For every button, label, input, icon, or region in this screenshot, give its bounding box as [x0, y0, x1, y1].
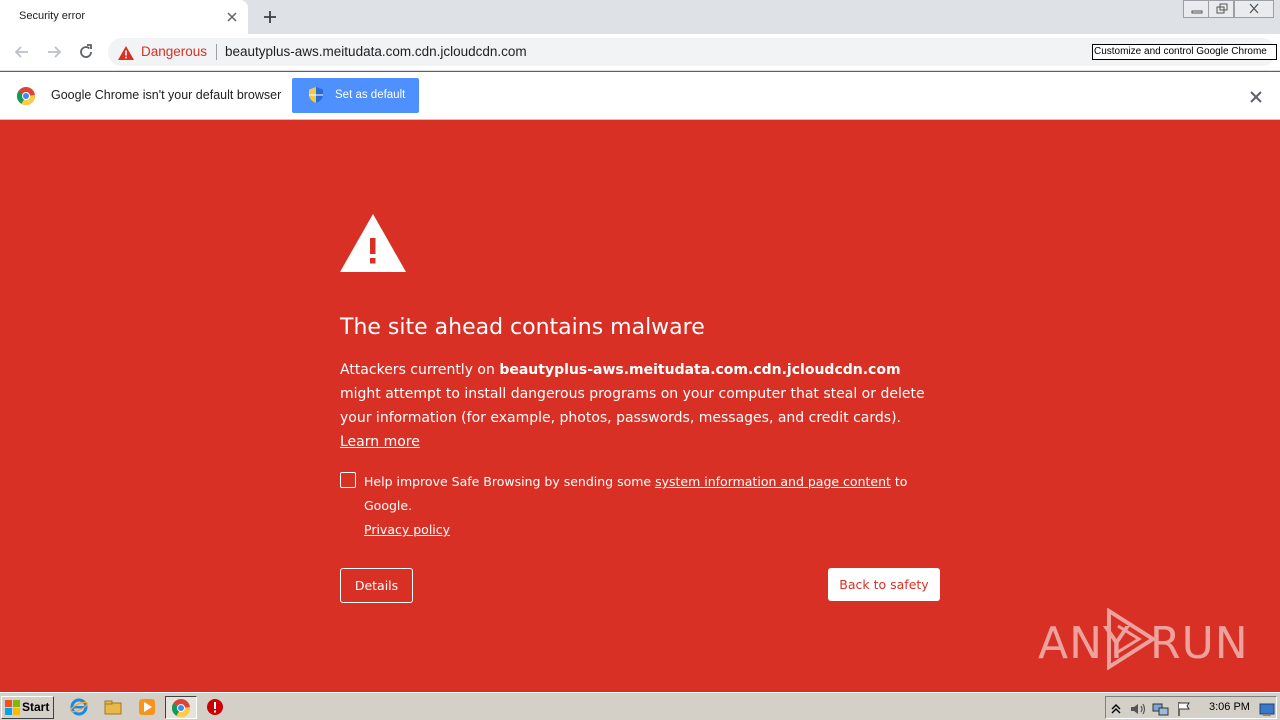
volume-icon[interactable] [1130, 701, 1148, 720]
infobar-message: Google Chrome isn't your default browser [51, 88, 282, 102]
file-explorer-icon[interactable] [104, 698, 122, 716]
uac-shield-icon [309, 87, 323, 107]
malware-interstitial: The site ahead contains malware Attacker… [0, 121, 1280, 692]
malware-host: beautyplus-aws.meitudata.com.cdn.jcloudc… [499, 362, 901, 378]
taskbar-clock[interactable]: 3:06 PM [1209, 701, 1250, 713]
malware-explanation: Attackers currently on beautyplus-aws.me… [340, 358, 930, 454]
chrome-logo-icon [16, 87, 35, 109]
infobar-close-icon[interactable] [1249, 89, 1263, 108]
page-title: The site ahead contains malware [340, 315, 705, 340]
safe-browsing-checkbox[interactable] [340, 472, 356, 488]
back-to-safety-button[interactable]: Back to safety [828, 568, 940, 601]
watermark-run: RUN [1150, 618, 1249, 669]
system-tray: 3:06 PM [1105, 696, 1277, 719]
chrome-taskbar-icon [171, 699, 190, 720]
tab-close-icon[interactable] [224, 9, 240, 25]
tab-title: Security error [19, 10, 86, 22]
default-browser-infobar: Google Chrome isn't your default browser… [0, 72, 1280, 120]
privacy-policy-link[interactable]: Privacy policy [364, 522, 450, 537]
malware-warning-icon [340, 214, 406, 276]
show-desktop-icon[interactable] [1259, 702, 1275, 720]
url-text[interactable]: beautyplus-aws.meitudata.com.cdn.jcloudc… [225, 44, 527, 59]
dangerous-warning-icon[interactable] [118, 45, 134, 64]
back-arrow-icon[interactable] [12, 42, 32, 62]
stop-sign-icon[interactable] [206, 698, 224, 716]
optin-prefix: Help improve Safe Browsing by sending so… [364, 474, 656, 489]
anyrun-watermark: ANY RUN [1038, 607, 1248, 678]
internet-explorer-icon[interactable] [70, 698, 88, 716]
menu-tooltip: Customize and control Google Chrome [1092, 44, 1277, 60]
windows-flag-icon [5, 700, 20, 719]
restore-icon[interactable] [1208, 0, 1234, 18]
show-hidden-icons-icon[interactable] [1110, 701, 1122, 720]
close-window-icon[interactable] [1234, 0, 1274, 18]
explanation-suffix: might attempt to install dangerous progr… [340, 386, 925, 426]
safe-browsing-optin: Help improve Safe Browsing by sending so… [364, 470, 944, 542]
security-label[interactable]: Dangerous [141, 44, 207, 59]
tab-strip: Security error [0, 0, 1280, 34]
toolbar: Dangerous beautyplus-aws.meitudata.com.c… [0, 34, 1280, 71]
tab-security-error[interactable]: Security error [0, 0, 248, 34]
explanation-prefix: Attackers currently on [340, 362, 500, 378]
taskbar: Start 3:06 PM [0, 692, 1280, 720]
start-button[interactable]: Start [1, 696, 54, 719]
omnibox-separator [216, 44, 217, 60]
system-info-link[interactable]: system information and page content [655, 474, 891, 489]
reload-icon[interactable] [76, 42, 96, 62]
forward-arrow-icon[interactable] [44, 42, 64, 62]
minimize-icon[interactable] [1183, 0, 1209, 18]
details-button[interactable]: Details [340, 568, 413, 603]
action-center-flag-icon[interactable] [1176, 701, 1192, 720]
set-as-default-label: Set as default [335, 89, 406, 101]
learn-more-link[interactable]: Learn more [340, 434, 420, 450]
media-player-icon[interactable] [138, 698, 156, 716]
new-tab-icon[interactable] [261, 8, 279, 26]
chrome-taskbar-button[interactable] [165, 696, 197, 719]
start-label: Start [22, 700, 50, 714]
set-as-default-button[interactable]: Set as default [292, 78, 419, 113]
network-icon[interactable] [1152, 701, 1170, 720]
watermark-play-icon [1106, 607, 1157, 674]
